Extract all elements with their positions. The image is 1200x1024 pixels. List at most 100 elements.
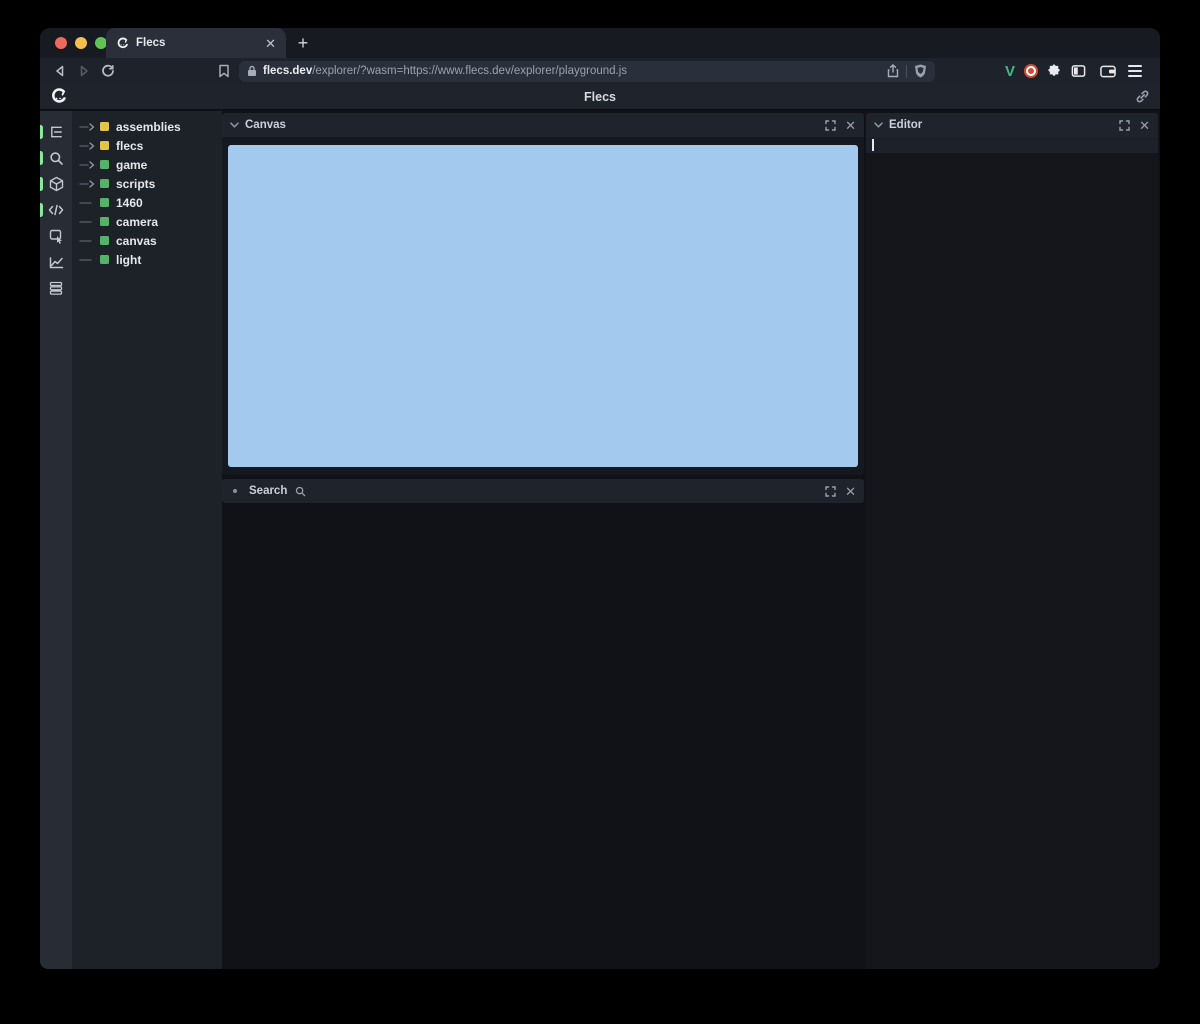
tree-branch-line: [80, 237, 100, 245]
expand-chevron-icon[interactable]: [80, 142, 100, 150]
sidebar-toggle-icon[interactable]: [1071, 64, 1086, 78]
app-header: Flecs: [40, 84, 1160, 110]
fullscreen-icon[interactable]: [1119, 120, 1130, 131]
share-icon[interactable]: [887, 64, 899, 78]
wallet-icon[interactable]: [1100, 65, 1116, 78]
code-editor-input[interactable]: [866, 137, 1158, 969]
flecs-favicon-icon: [116, 37, 129, 50]
minimize-window-button[interactable]: [75, 37, 87, 49]
active-indicator: [40, 151, 43, 165]
tree-branch-line: [80, 256, 100, 264]
active-indicator: [40, 203, 43, 217]
tree-item-assemblies[interactable]: assemblies: [72, 117, 222, 136]
editor-current-line: [866, 137, 1158, 153]
lock-icon: [247, 65, 257, 77]
url-path: /explorer/?wasm=https://www.flecs.dev/ex…: [312, 65, 627, 77]
tree-item-game[interactable]: game: [72, 155, 222, 174]
bookmark-icon[interactable]: [212, 60, 236, 82]
sidebar-item-stats[interactable]: [40, 249, 72, 275]
tree-item-camera[interactable]: camera: [72, 212, 222, 231]
tree-branch-line: [80, 199, 100, 207]
app-title: Flecs: [40, 90, 1160, 104]
tab-close-icon[interactable]: ✕: [265, 37, 276, 50]
close-panel-icon[interactable]: ✕: [1139, 119, 1150, 132]
browser-menu-icon[interactable]: [1128, 65, 1142, 77]
entity-color-swatch: [100, 255, 109, 264]
divider: [906, 65, 907, 78]
entity-color-swatch: [100, 236, 109, 245]
tree-item-label: scripts: [116, 177, 155, 191]
search-panel-header[interactable]: Search ✕: [222, 479, 864, 503]
url-domain: flecs.dev: [263, 65, 312, 77]
tree-item-flecs[interactable]: flecs: [72, 136, 222, 155]
tree-item-1460[interactable]: 1460: [72, 193, 222, 212]
new-tab-button[interactable]: +: [290, 31, 316, 55]
chevron-down-icon[interactable]: [230, 122, 239, 128]
entity-color-swatch: [100, 160, 109, 169]
text-caret: [872, 139, 874, 151]
share-link-icon[interactable]: [1135, 89, 1150, 104]
canvas-panel-title: Canvas: [245, 119, 286, 131]
url-text: flecs.dev/explorer/?wasm=https://www.fle…: [263, 65, 627, 77]
editor-panel-header: Editor ✕: [866, 113, 1158, 137]
close-window-button[interactable]: [55, 37, 67, 49]
editor-panel-title: Editor: [889, 119, 922, 131]
search-icon: [295, 486, 306, 497]
search-panel-title: Search: [249, 485, 287, 497]
browser-toolbar: flecs.dev/explorer/?wasm=https://www.fle…: [40, 58, 1160, 84]
tree-item-label: light: [116, 253, 141, 267]
flecs-logo-icon: [50, 88, 67, 105]
active-indicator: [40, 125, 43, 139]
address-bar[interactable]: flecs.dev/explorer/?wasm=https://www.fle…: [239, 61, 935, 82]
brave-shield-icon[interactable]: [914, 64, 927, 78]
tree-item-light[interactable]: light: [72, 250, 222, 269]
extensions-area: V: [1005, 63, 1116, 80]
icon-sidebar: [40, 111, 72, 969]
collapsed-bullet-icon: [233, 489, 237, 493]
sidebar-item-code[interactable]: [40, 197, 72, 223]
close-panel-icon[interactable]: ✕: [845, 485, 856, 498]
forward-button[interactable]: [72, 60, 96, 82]
tab-strip: Flecs ✕ +: [40, 28, 1160, 58]
close-panel-icon[interactable]: ✕: [845, 119, 856, 132]
vue-devtools-icon[interactable]: V: [1005, 63, 1015, 80]
editor-panel: Editor ✕: [866, 113, 1158, 969]
tree-item-canvas[interactable]: canvas: [72, 231, 222, 250]
render-canvas[interactable]: [228, 145, 858, 467]
sidebar-item-search[interactable]: [40, 145, 72, 171]
tree-item-label: 1460: [116, 196, 143, 210]
app-body: assemblies flecs game scripts 1460 camera canv…: [40, 111, 1160, 969]
browser-tab[interactable]: Flecs ✕: [106, 28, 286, 58]
entity-color-swatch: [100, 122, 109, 131]
entity-color-swatch: [100, 198, 109, 207]
extension-red-icon[interactable]: [1024, 64, 1038, 78]
tree-item-label: flecs: [116, 139, 143, 153]
expand-chevron-icon[interactable]: [80, 180, 100, 188]
sidebar-item-inspect[interactable]: [40, 223, 72, 249]
entity-color-swatch: [100, 141, 109, 150]
entity-tree-panel: assemblies flecs game scripts 1460 camera canv…: [72, 111, 222, 969]
expand-chevron-icon[interactable]: [80, 161, 100, 169]
tree-branch-line: [80, 218, 100, 226]
tab-title: Flecs: [136, 37, 258, 49]
sidebar-item-entities-cube[interactable]: [40, 171, 72, 197]
tree-item-label: game: [116, 158, 147, 172]
canvas-panel-body: [222, 137, 864, 475]
chevron-down-icon[interactable]: [874, 122, 883, 128]
sidebar-item-tables[interactable]: [40, 275, 72, 301]
tree-item-label: camera: [116, 215, 158, 229]
fullscreen-icon[interactable]: [825, 120, 836, 131]
puzzle-extensions-icon[interactable]: [1047, 64, 1062, 79]
reload-button[interactable]: [96, 60, 120, 82]
main-column: Canvas ✕ Search: [222, 113, 864, 503]
browser-window: Flecs ✕ + flecs.dev/: [40, 28, 1160, 969]
fullscreen-icon[interactable]: [825, 486, 836, 497]
sidebar-item-tree[interactable]: [40, 119, 72, 145]
tree-item-scripts[interactable]: scripts: [72, 174, 222, 193]
tree-item-label: canvas: [116, 234, 157, 248]
entity-color-swatch: [100, 217, 109, 226]
back-button[interactable]: [48, 60, 72, 82]
active-indicator: [40, 177, 43, 191]
window-controls: [55, 37, 107, 49]
expand-chevron-icon[interactable]: [80, 123, 100, 131]
